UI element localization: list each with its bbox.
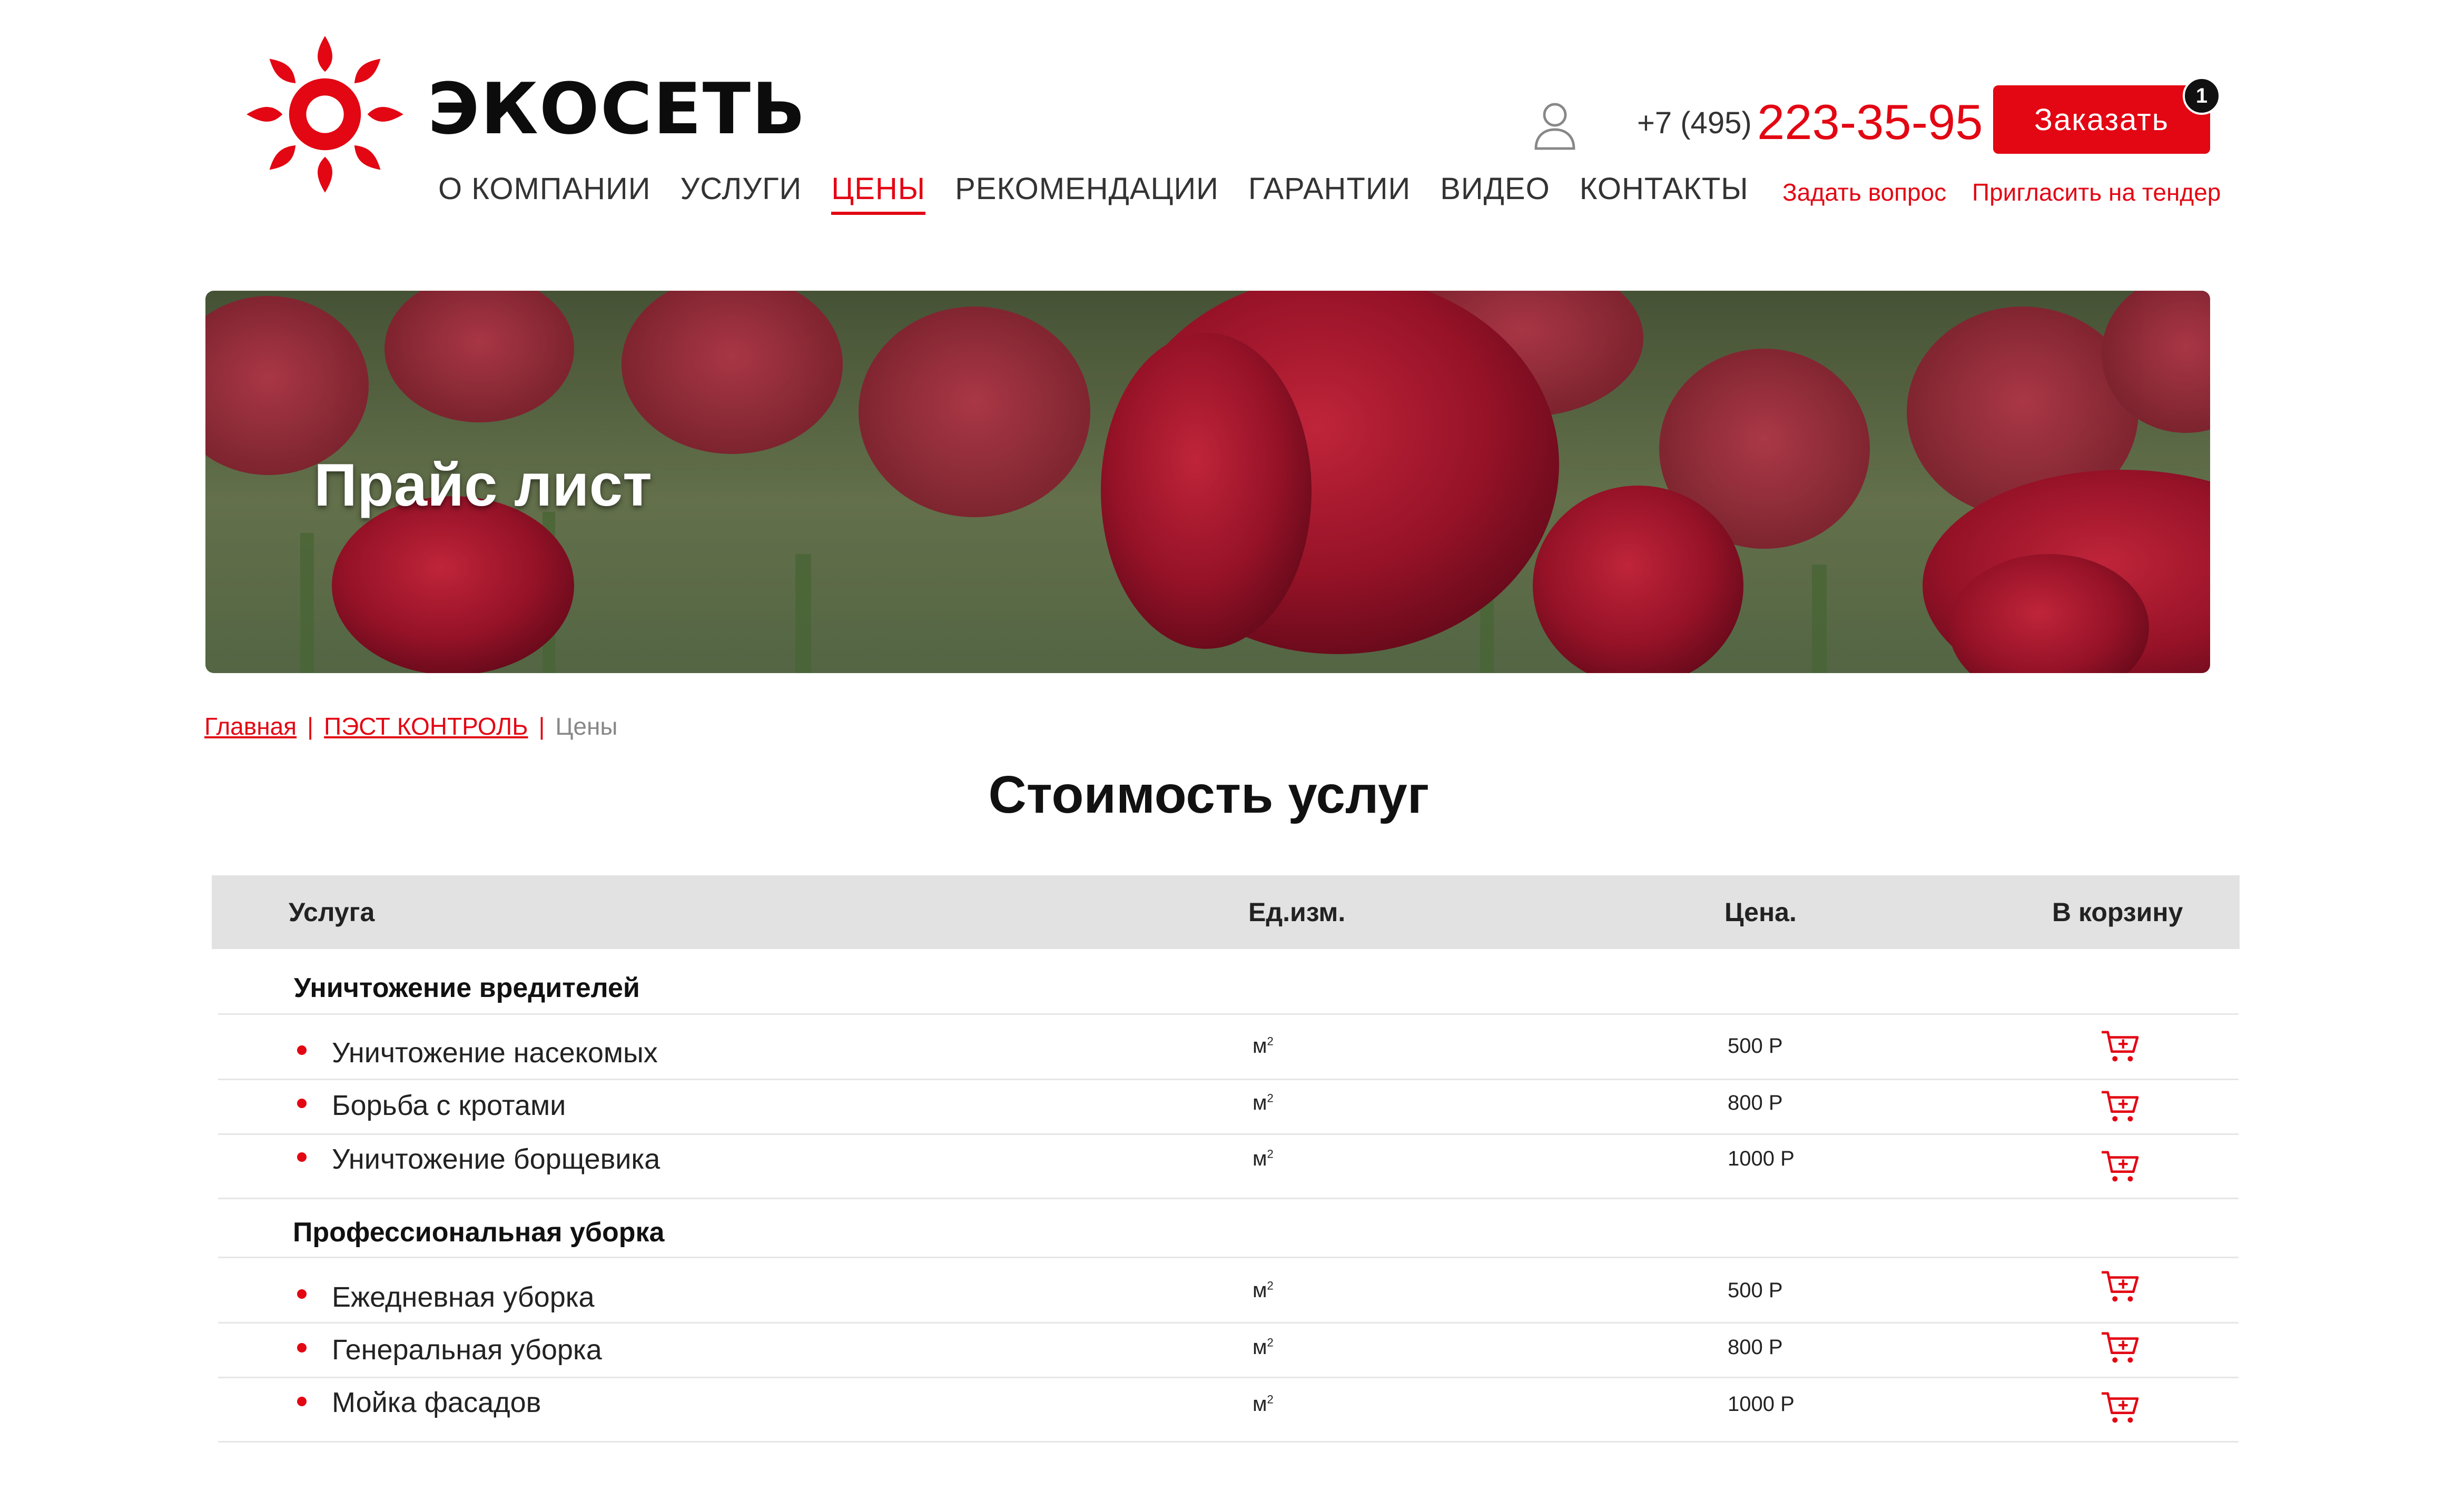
row-divider [218, 1441, 2239, 1443]
service-name: Борьба с кротами [332, 1090, 566, 1121]
service-unit: м2 [1253, 1034, 1274, 1058]
nav-item-recommendations[interactable]: РЕКОМЕНДАЦИИ [955, 174, 1219, 215]
row-divider [218, 1013, 2239, 1015]
add-to-cart-icon[interactable] [2101, 1029, 2140, 1064]
bullet-dot [297, 1397, 307, 1406]
service-price: 800 Р [1728, 1336, 1783, 1359]
cart-count-badge: 1 [2183, 77, 2221, 115]
service-price: 500 Р [1728, 1034, 1783, 1058]
breadcrumb-home-link[interactable]: Главная [204, 713, 297, 740]
add-to-cart-icon[interactable] [2101, 1089, 2140, 1124]
phone-number[interactable]: 223-35-95 [1757, 94, 1983, 151]
bullet-dot [297, 1152, 307, 1162]
service-unit: м2 [1253, 1147, 1274, 1170]
user-icon[interactable] [1533, 100, 1577, 151]
service-price: 500 Р [1728, 1279, 1783, 1302]
nav-item-guarantees[interactable]: ГАРАНТИИ [1248, 174, 1411, 215]
column-header-price: Цена. [1724, 897, 1797, 927]
bullet-dot [297, 1045, 307, 1055]
logo-sun-icon[interactable] [243, 33, 407, 196]
add-to-cart-icon[interactable] [2101, 1330, 2140, 1365]
table-header: Услуга Ед.изм. Цена. В корзину [212, 875, 2240, 949]
column-header-cart: В корзину [2052, 897, 2183, 927]
breadcrumb-current: Цены [555, 713, 618, 740]
service-unit: м2 [1253, 1393, 1274, 1416]
main-nav: О КОМПАНИИ УСЛУГИ ЦЕНЫ РЕКОМЕНДАЦИИ ГАРА… [438, 174, 1778, 215]
breadcrumb: Главная | ПЭСТ КОНТРОЛЬ | Цены [204, 712, 617, 740]
service-unit: м2 [1253, 1279, 1274, 1302]
service-price: 1000 Р [1728, 1147, 1795, 1170]
row-divider [218, 1257, 2239, 1258]
service-price: 800 Р [1728, 1091, 1783, 1114]
row-divider [218, 1377, 2239, 1378]
row-divider [218, 1133, 2239, 1135]
breadcrumb-section-link[interactable]: ПЭСТ КОНТРОЛЬ [324, 713, 528, 740]
breadcrumb-separator: | [307, 713, 314, 740]
invite-tender-link[interactable]: Пригласить на тендер [1972, 178, 2221, 206]
group-title-cleaning: Профессиональная уборка [293, 1217, 665, 1248]
phone-prefix: +7 (495) [1637, 106, 1752, 140]
logo-text[interactable]: ЭКОСЕТЬ [428, 74, 806, 144]
bullet-dot [297, 1343, 307, 1352]
service-name: Мойка фасадов [332, 1387, 541, 1418]
service-name: Уничтожение борщевика [332, 1143, 661, 1175]
service-name: Ежедневная уборка [332, 1281, 595, 1313]
nav-item-about[interactable]: О КОМПАНИИ [438, 174, 651, 215]
page-title: Стоимость услуг [988, 765, 1430, 824]
add-to-cart-icon[interactable] [2101, 1149, 2140, 1184]
group-title-pests: Уничтожение вредителей [294, 973, 640, 1003]
service-name: Уничтожение насекомых [332, 1037, 658, 1069]
service-price: 1000 Р [1728, 1393, 1795, 1416]
ask-question-link[interactable]: Задать вопрос [1782, 178, 1946, 206]
nav-item-video[interactable]: ВИДЕО [1440, 174, 1550, 215]
banner-title: Прайс лист [314, 452, 652, 519]
add-to-cart-icon[interactable] [2101, 1269, 2140, 1304]
service-unit: м2 [1253, 1336, 1274, 1359]
service-unit: м2 [1253, 1091, 1274, 1114]
column-header-service: Услуга [289, 897, 375, 927]
column-header-unit: Ед.изм. [1248, 897, 1346, 927]
add-to-cart-icon[interactable] [2101, 1390, 2140, 1425]
service-name: Генеральная уборка [332, 1334, 602, 1366]
breadcrumb-separator: | [538, 713, 545, 740]
nav-item-prices[interactable]: ЦЕНЫ [831, 174, 926, 215]
row-divider [218, 1322, 2239, 1324]
nav-item-contacts[interactable]: КОНТАКТЫ [1580, 174, 1749, 215]
bullet-dot [297, 1099, 307, 1108]
nav-item-services[interactable]: УСЛУГИ [680, 174, 802, 215]
bullet-dot [297, 1289, 307, 1299]
row-divider [218, 1079, 2239, 1080]
order-button[interactable]: Заказать [1993, 85, 2210, 154]
row-divider [218, 1198, 2239, 1199]
